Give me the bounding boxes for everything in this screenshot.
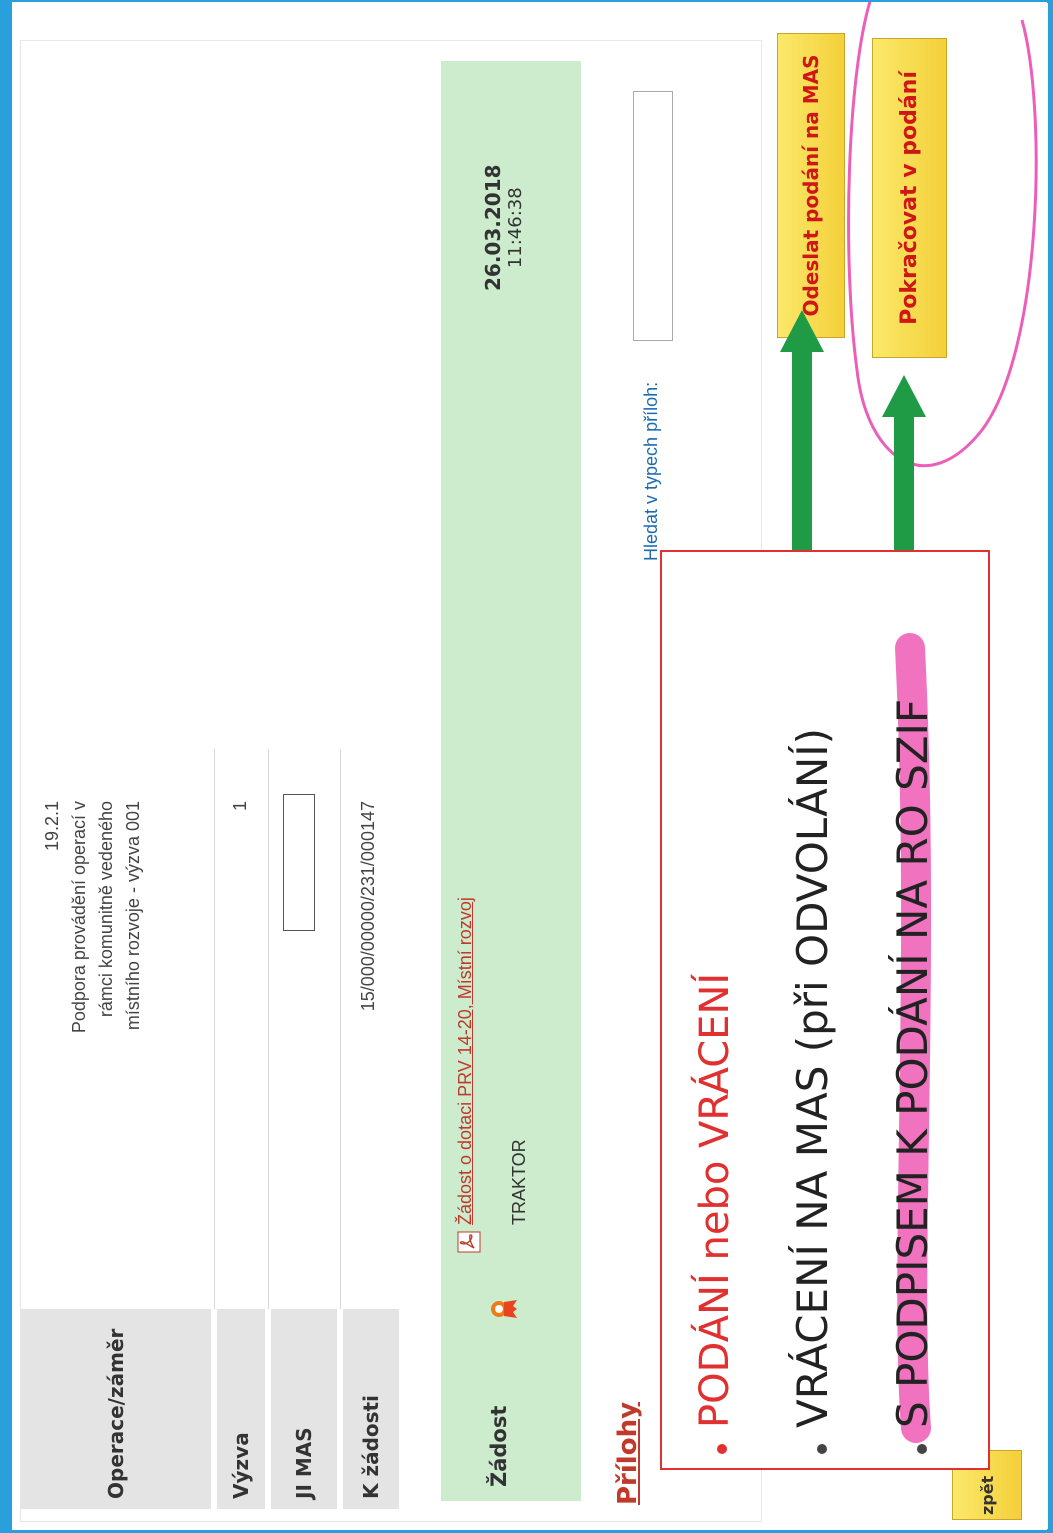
vyzva-label: Výzva (217, 1309, 265, 1509)
form-panel: Operace/záměr Výzva JI MAS K žádosti 19.… (20, 40, 762, 1522)
annotation-title-nebo: nebo (692, 1147, 738, 1274)
arrow-up-icon (882, 375, 926, 575)
bullet-dot (717, 1444, 727, 1454)
jimas-input[interactable] (283, 794, 315, 931)
pdf-icon (457, 1231, 481, 1253)
ribbon-icon (491, 1300, 517, 1318)
bullet-dot (917, 1444, 927, 1454)
vyzva-value: 1 (230, 801, 250, 812)
annotation-bullet-1: VRÁCENÍ NA MAS (při ODVOLÁNÍ) (788, 727, 837, 1428)
prilohy-search-input[interactable] (633, 91, 673, 341)
zadost-timestamp: 26.03.2018 11:46:38 (481, 164, 526, 291)
operace-line: místního rozvoje - výzva 001 (123, 801, 143, 1031)
zadost-date: 26.03.2018 (481, 164, 505, 291)
prilohy-heading: Přílohy (613, 1401, 643, 1505)
annotation-box: PODÁNÍ nebo VRÁCENÍ VRÁCENÍ NA MAS (při … (660, 550, 990, 1470)
operace-value: 19.2.1 Podpora provádění operací v rámci… (39, 801, 147, 1281)
operace-line: Podpora provádění operací v (69, 801, 89, 1034)
operace-code: 19.2.1 (42, 801, 62, 852)
row-divider (214, 749, 215, 1309)
annotation-title: PODÁNÍ nebo VRÁCENÍ (692, 973, 738, 1428)
jimas-label: JI MAS (271, 1309, 337, 1509)
zadost-time: 11:46:38 (505, 187, 526, 269)
pink-circle-annotation (847, 2, 1038, 468)
kzadosti-label: K žádosti (343, 1309, 399, 1509)
operace-label: Operace/záměr (21, 1309, 211, 1509)
operace-line: rámci komunitně vedeného (96, 801, 116, 1018)
row-divider (340, 749, 341, 1309)
zadost-link[interactable]: Žádost o dotaci PRV 14-20, Místní rozvoj (455, 897, 476, 1225)
zadost-subtitle: TRAKTOR (509, 1139, 529, 1225)
prilohy-search-label: Hledat v typech příloh: (641, 381, 661, 561)
row-divider (268, 749, 269, 1309)
zadost-row: Žádost Žádost o dotaci PRV 14-20, Místní… (441, 61, 581, 1501)
annotation-bullet-2: S PODPISEM K PODÁNÍ NA RO SZIF (888, 698, 937, 1428)
kzadosti-value: 15/000/00000/231/000147 (358, 801, 378, 1012)
rotated-screenshot: Operace/záměr Výzva JI MAS K žádosti 19.… (12, 2, 1047, 1530)
zadost-label: Žádost (487, 1405, 511, 1487)
annotation-title-podani: PODÁNÍ (692, 1273, 738, 1428)
annotation-title-vraceni: VRÁCENÍ (692, 972, 738, 1148)
bullet-dot (817, 1444, 827, 1454)
